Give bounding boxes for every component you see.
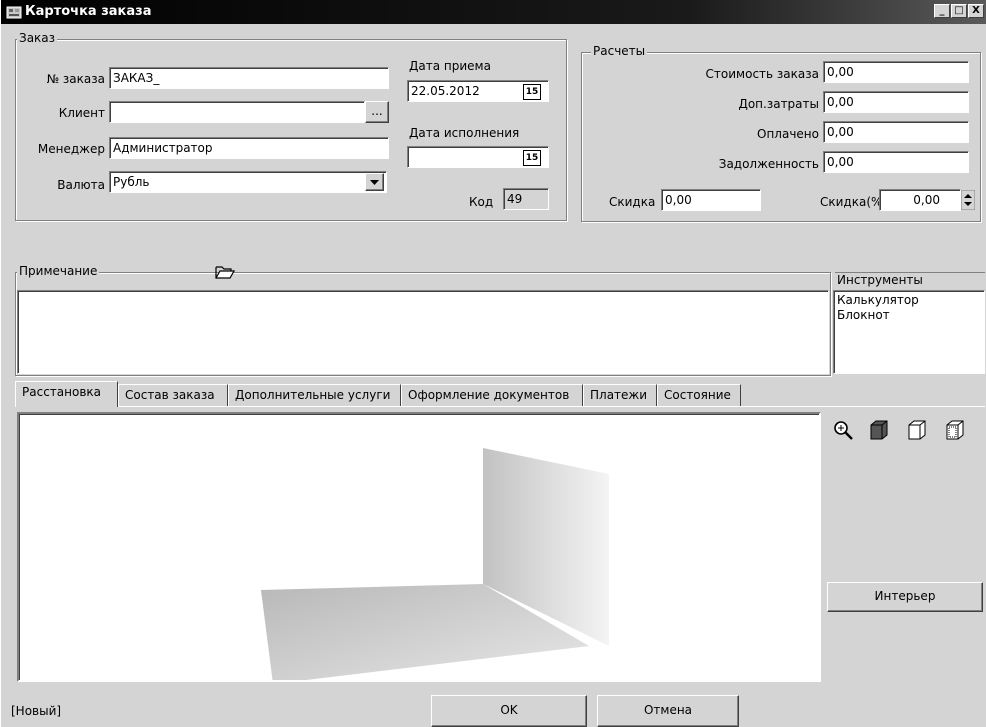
open-folder-icon[interactable] xyxy=(215,264,235,280)
order-group-caption: Заказ xyxy=(17,31,58,45)
chevron-down-icon xyxy=(370,180,379,185)
debt-field: 0,00 xyxy=(823,151,969,173)
cube-solid-icon[interactable] xyxy=(867,418,891,442)
currency-dropdown-button[interactable] xyxy=(365,173,384,191)
close-button[interactable]: X xyxy=(968,4,984,18)
extra-costs-label: Доп.затраты xyxy=(738,97,819,111)
discount-label: Скидка xyxy=(609,195,656,209)
note-field[interactable] xyxy=(17,290,829,374)
client-label: Клиент xyxy=(58,106,105,120)
window-title: Карточка заказа xyxy=(25,4,152,19)
tab-placement[interactable]: Расстановка xyxy=(15,381,118,407)
interior-button[interactable]: Интерьер xyxy=(827,582,983,612)
accept-date-label: Дата приема xyxy=(409,59,491,73)
cancel-button[interactable]: Отмена xyxy=(597,695,739,727)
order-no-label: № заказа xyxy=(46,72,105,86)
extra-costs-field: 0,00 xyxy=(823,91,969,113)
code-label: Код xyxy=(469,195,494,209)
tab-status[interactable]: Состояние xyxy=(657,384,741,406)
cube-wireframe-icon[interactable] xyxy=(905,418,929,442)
calendar-icon[interactable]: 15 xyxy=(523,150,541,166)
discount-field[interactable]: 0,00 xyxy=(661,189,761,211)
tab-additional-services[interactable]: Дополнительные услуги xyxy=(228,384,401,406)
currency-select[interactable]: Рубль xyxy=(109,171,387,193)
manager-label: Менеджер xyxy=(37,142,105,156)
order-card-window: Карточка заказа _ □ X Заказ № заказа ЗАК… xyxy=(0,0,986,727)
ok-button[interactable]: OK xyxy=(431,695,587,727)
cost-label: Стоимость заказа xyxy=(705,67,819,81)
done-date-label: Дата исполнения xyxy=(409,126,520,140)
cube-front-icon[interactable] xyxy=(943,418,967,442)
paid-field: 0,00 xyxy=(823,121,969,143)
client-field[interactable] xyxy=(109,101,365,123)
tabs-baseline xyxy=(15,406,985,407)
app-icon xyxy=(6,6,22,19)
tab-payments[interactable]: Платежи xyxy=(583,384,657,406)
minimize-button[interactable]: _ xyxy=(934,4,950,18)
manager-field[interactable]: Администратор xyxy=(109,137,389,159)
tools-list[interactable]: Калькулятор Блокнот xyxy=(833,290,985,374)
client-browse-button[interactable]: ... xyxy=(365,101,389,123)
cost-field: 0,00 xyxy=(823,61,969,83)
debt-label: Задолженность xyxy=(718,157,819,171)
discount-percent-field[interactable]: 0,00 xyxy=(879,189,961,211)
spinner-icon[interactable] xyxy=(961,190,975,210)
order-no-field[interactable]: ЗАКАЗ_ xyxy=(109,67,389,89)
status-text: [Новый] xyxy=(11,704,62,718)
paid-label: Оплачено xyxy=(757,127,819,141)
calc-group-caption: Расчеты xyxy=(591,44,648,58)
note-caption: Примечание xyxy=(17,264,100,278)
tab-order-composition[interactable]: Состав заказа xyxy=(118,384,228,406)
calendar-icon[interactable]: 15 xyxy=(523,84,541,100)
room-3d-render xyxy=(261,448,609,684)
code-field: 49 xyxy=(503,188,549,210)
discount-percent-label: Скидка(%) xyxy=(820,195,888,209)
accept-date-value: 22.05.2012 xyxy=(411,84,480,98)
currency-value: Рубль xyxy=(113,175,150,189)
tools-caption: Инструменты xyxy=(835,272,985,287)
tools-item-notepad[interactable]: Блокнот xyxy=(834,308,984,323)
tab-documents[interactable]: Оформление документов xyxy=(401,384,583,406)
title-bar[interactable]: Карточка заказа _ □ X xyxy=(1,0,986,24)
maximize-button[interactable]: □ xyxy=(951,4,967,18)
zoom-icon[interactable] xyxy=(831,418,855,442)
currency-label: Валюта xyxy=(57,178,105,192)
tools-item-calculator[interactable]: Калькулятор xyxy=(834,293,984,308)
3d-viewport[interactable] xyxy=(17,412,821,684)
